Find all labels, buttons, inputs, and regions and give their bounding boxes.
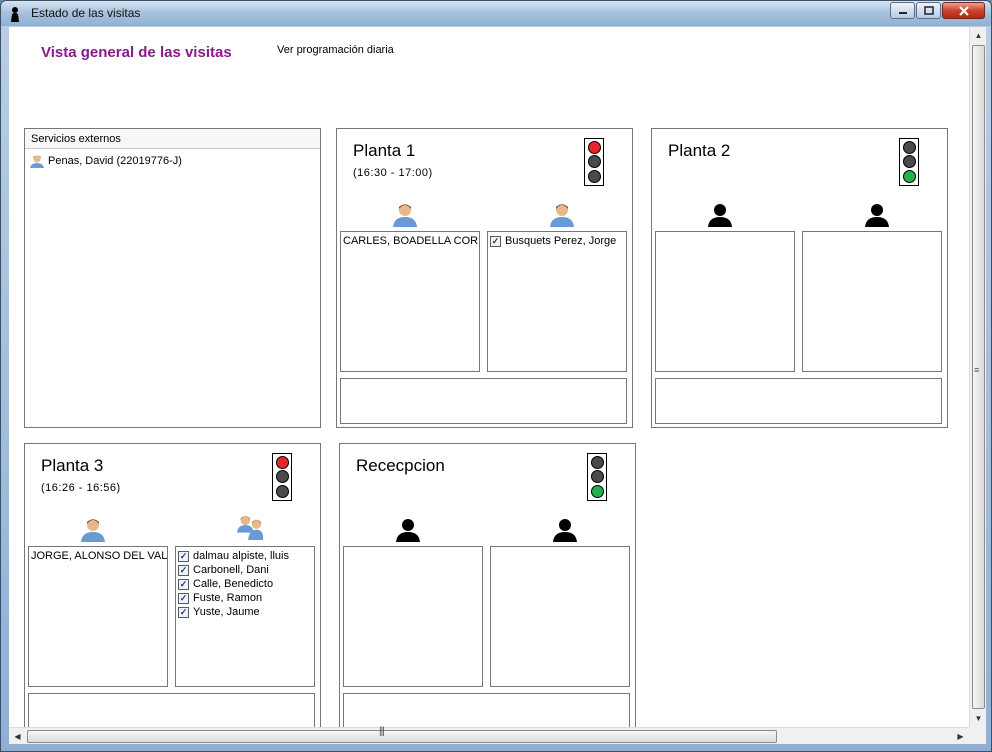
maximize-icon <box>923 6 934 15</box>
light-yellow <box>590 470 604 484</box>
list-item[interactable]: ✓ Busquets Perez, Jorge <box>488 234 626 248</box>
light-red <box>587 140 601 154</box>
grip-icon: ≡ <box>974 365 980 375</box>
checkbox[interactable]: ✓ <box>178 578 189 590</box>
room-name: Planta 1 <box>353 141 416 160</box>
people-group-icon <box>237 515 264 540</box>
checkbox[interactable]: ✓ <box>178 606 189 618</box>
scroll-left-icon[interactable]: ◀ <box>9 728 26 745</box>
light-green <box>275 485 289 499</box>
app-window: Estado de las visitas Vista general de l… <box>0 0 992 752</box>
visitor-list[interactable] <box>802 231 942 372</box>
daily-schedule-link[interactable]: Ver programación diaria <box>277 44 394 56</box>
patient-list[interactable] <box>655 231 795 372</box>
visitor-name: Carbonell, Dani <box>193 564 269 576</box>
person-icon <box>550 204 574 227</box>
room-name: Planta 2 <box>668 141 731 160</box>
visitor-list[interactable]: ✓ dalmau alpiste, lluis ✓ Carbonell, Dan… <box>175 546 315 687</box>
room-panel-planta-1: Planta 1 (16:30 - 17:00) CARLES, BOADELL… <box>336 128 633 428</box>
scroll-up-icon[interactable]: ▲ <box>970 27 987 44</box>
scrollbar-corner <box>969 727 986 744</box>
person-icon <box>81 519 105 542</box>
list-item[interactable]: ✓ Yuste, Jaume <box>176 605 314 619</box>
visitor-name: Busquets Perez, Jorge <box>505 235 617 247</box>
traffic-light-icon <box>272 453 292 501</box>
page-title: Vista general de las visitas <box>41 44 232 61</box>
light-green <box>587 170 601 184</box>
person-silhouette-icon <box>865 204 889 227</box>
traffic-light-icon <box>584 138 604 186</box>
list-item[interactable]: ✓ Fuste, Ramon <box>176 591 314 605</box>
list-item[interactable]: ✓ dalmau alpiste, lluis <box>176 549 314 563</box>
vertical-scrollbar[interactable]: ▲ ≡ ▼ <box>969 27 986 727</box>
light-green <box>902 170 916 184</box>
minimize-icon <box>898 11 907 14</box>
room-panel-planta-3: Planta 3 (16:26 - 16:56) JORGE, ALONSO D… <box>24 443 321 727</box>
person-silhouette-icon <box>396 519 420 542</box>
app-icon <box>11 7 19 22</box>
horizontal-scroll-thumb[interactable] <box>27 730 777 743</box>
window-title: Estado de las visitas <box>31 6 141 20</box>
light-yellow <box>902 155 916 169</box>
light-yellow <box>275 470 289 484</box>
scroll-down-icon[interactable]: ▼ <box>970 710 987 727</box>
checkbox[interactable]: ✓ <box>490 235 501 247</box>
light-yellow <box>587 155 601 169</box>
visitor-list[interactable]: ✓ Busquets Perez, Jorge <box>487 231 627 372</box>
grip-icon: ||| <box>379 726 385 737</box>
minimize-button[interactable] <box>890 2 915 19</box>
patient-list[interactable] <box>343 546 483 687</box>
list-item[interactable]: CARLES, BOADELLA CORN <box>343 235 479 247</box>
visitor-name: Fuste, Ramon <box>193 592 263 604</box>
room-name: Planta 3 <box>41 456 104 475</box>
patient-list[interactable]: JORGE, ALONSO DEL VAL <box>28 546 168 687</box>
patient-list[interactable]: CARLES, BOADELLA CORN <box>340 231 480 372</box>
light-green <box>590 485 604 499</box>
checkbox[interactable]: ✓ <box>178 564 189 576</box>
checkbox[interactable]: ✓ <box>178 550 189 562</box>
visitor-list[interactable] <box>490 546 630 687</box>
light-red <box>590 455 604 469</box>
external-services-panel: Servicios externos Penas, David (2201977… <box>24 128 321 428</box>
external-item-label: Penas, David (22019776-J) <box>48 155 182 167</box>
scroll-right-icon[interactable]: ▶ <box>952 728 969 745</box>
notes-box[interactable] <box>28 693 315 727</box>
notes-box[interactable] <box>343 693 630 727</box>
horizontal-scrollbar[interactable]: ◀ ||| ▶ <box>9 726 969 745</box>
list-item[interactable]: ✓ Calle, Benedicto <box>176 577 314 591</box>
room-panel-recepcion: Rececpcion <box>339 443 636 727</box>
room-panel-planta-2: Planta 2 <box>651 128 948 428</box>
checkbox[interactable]: ✓ <box>178 592 189 604</box>
person-icon <box>393 204 417 227</box>
title-bar[interactable]: Estado de las visitas <box>1 1 991 26</box>
notes-box[interactable] <box>655 378 942 424</box>
traffic-light-icon <box>899 138 919 186</box>
person-silhouette-icon <box>553 519 577 542</box>
traffic-light-icon <box>587 453 607 501</box>
list-item[interactable]: Penas, David (22019776-J) <box>29 154 182 168</box>
visitor-name: dalmau alpiste, lluis <box>193 550 289 562</box>
list-item[interactable]: JORGE, ALONSO DEL VAL <box>31 550 167 562</box>
external-services-header: Servicios externos <box>25 129 320 149</box>
room-name: Rececpcion <box>356 456 445 475</box>
visitor-name: Yuste, Jaume <box>193 606 260 618</box>
visitor-name: Calle, Benedicto <box>193 578 274 590</box>
list-item[interactable]: ✓ Carbonell, Dani <box>176 563 314 577</box>
vertical-scroll-thumb[interactable] <box>972 45 985 709</box>
maximize-button[interactable] <box>916 2 941 19</box>
light-red <box>275 455 289 469</box>
room-time: (16:26 - 16:56) <box>41 482 121 494</box>
close-icon <box>958 5 969 16</box>
main-content: Vista general de las visitas Ver program… <box>9 27 969 727</box>
light-red <box>902 140 916 154</box>
room-time: (16:30 - 17:00) <box>353 167 433 179</box>
close-button[interactable] <box>942 2 985 19</box>
person-silhouette-icon <box>708 204 732 227</box>
notes-box[interactable] <box>340 378 627 424</box>
person-icon <box>30 155 44 168</box>
